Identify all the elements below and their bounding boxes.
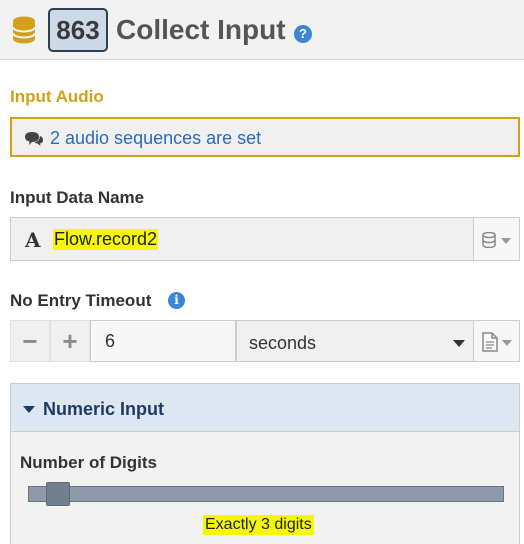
collapse-caret-icon xyxy=(23,406,35,413)
input-data-name-label: Input Data Name xyxy=(10,188,145,207)
timeout-unit-select[interactable]: seconds xyxy=(236,320,474,362)
input-audio-box[interactable]: 2 audio sequences are set xyxy=(10,117,520,157)
digits-slider-track[interactable] xyxy=(28,486,504,502)
input-data-name-field[interactable]: A Flow.record2 xyxy=(10,217,474,261)
chevron-down-icon xyxy=(501,238,511,244)
chevron-down-icon xyxy=(502,340,512,346)
document-icon xyxy=(482,332,498,352)
node-title: Collect Input xyxy=(116,14,286,45)
decrement-button[interactable]: − xyxy=(10,320,50,362)
node-header: 863 Collect Input ? xyxy=(0,0,524,60)
numeric-input-panel: Numeric Input Number of Digits Exactly 3… xyxy=(10,383,520,544)
digits-value-label: Exactly 3 digits xyxy=(203,515,314,535)
comments-icon xyxy=(25,132,43,146)
increment-button[interactable]: + xyxy=(50,320,90,362)
numeric-input-panel-header[interactable]: Numeric Input xyxy=(11,384,519,432)
node-id-badge: 863 xyxy=(48,8,108,52)
timeout-unit-value: seconds xyxy=(249,333,317,353)
numeric-input-title: Numeric Input xyxy=(43,399,165,419)
help-icon[interactable]: ? xyxy=(294,25,312,43)
database-small-icon xyxy=(482,232,496,248)
input-data-name-value[interactable]: Flow.record2 xyxy=(53,229,159,250)
info-icon[interactable]: i xyxy=(168,292,185,309)
document-picker-button[interactable] xyxy=(474,320,520,362)
input-audio-label: Input Audio xyxy=(10,87,104,106)
database-icon xyxy=(12,16,36,44)
plus-icon: + xyxy=(62,326,78,356)
font-type-icon: A xyxy=(25,228,41,252)
minus-icon: − xyxy=(22,326,38,356)
variable-picker-button[interactable] xyxy=(474,217,520,261)
audio-sequences-link[interactable]: 2 audio sequences are set xyxy=(50,128,261,149)
caret-down-icon xyxy=(453,340,465,347)
timeout-value-input[interactable] xyxy=(90,320,236,362)
number-of-digits-label: Number of Digits xyxy=(20,453,157,472)
digits-slider-thumb[interactable] xyxy=(46,482,70,506)
no-entry-timeout-label: No Entry Timeout xyxy=(10,291,152,310)
